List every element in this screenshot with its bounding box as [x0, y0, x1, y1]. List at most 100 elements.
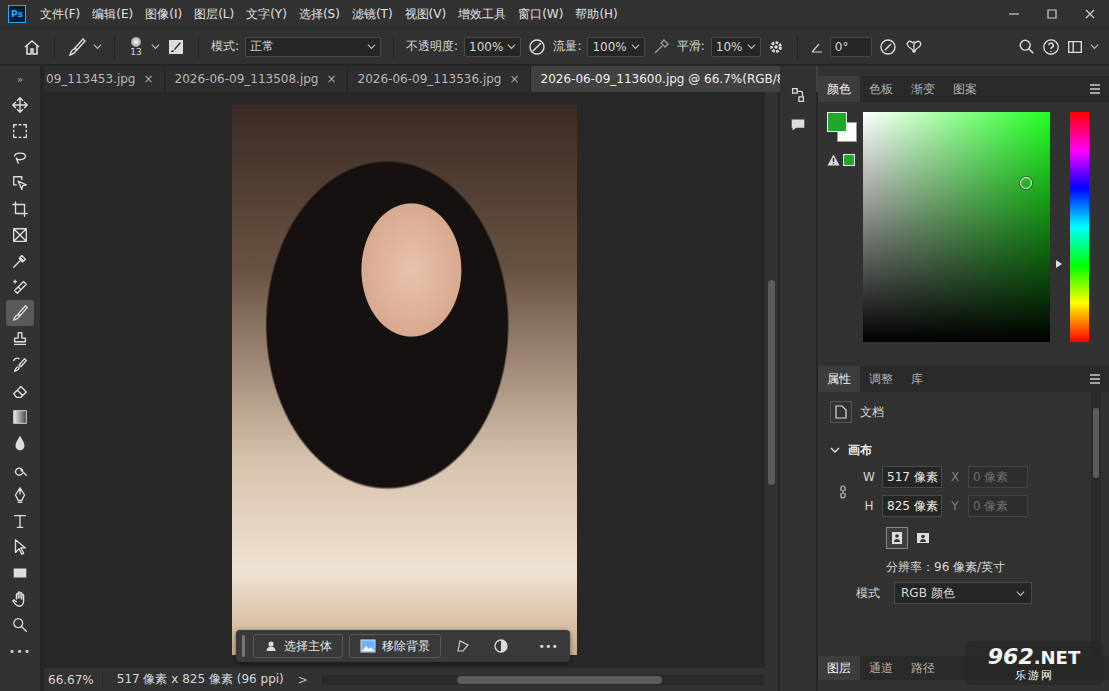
- opacity-field[interactable]: 100%: [464, 37, 521, 57]
- panel-tab[interactable]: 图层: [818, 656, 860, 680]
- zoom-level[interactable]: 66.67%: [48, 673, 103, 687]
- panel-tab[interactable]: 调整: [860, 366, 902, 392]
- tool-button[interactable]: [6, 508, 34, 534]
- drag-handle[interactable]: [242, 635, 245, 657]
- dropdown-arrow-icon[interactable]: [151, 42, 160, 51]
- canvas-section-header[interactable]: 画布: [830, 440, 1083, 460]
- vertical-scrollbar[interactable]: [765, 92, 778, 668]
- color-mode-dropdown[interactable]: RGB 颜色: [894, 582, 1032, 604]
- tool-button[interactable]: [6, 274, 34, 300]
- canvas[interactable]: 选择主体 移除背景 •••: [44, 92, 765, 668]
- tool-button[interactable]: [6, 534, 34, 560]
- menu-item[interactable]: 文件(F): [36, 3, 84, 26]
- pressure-opacity-icon[interactable]: [527, 37, 547, 57]
- panel-tab[interactable]: 色板: [860, 76, 902, 102]
- home-icon[interactable]: [22, 37, 42, 57]
- tab-close-button[interactable]: ×: [509, 72, 519, 86]
- smoothing-field[interactable]: 10%: [711, 37, 761, 57]
- tool-button[interactable]: [6, 248, 34, 274]
- gear-icon[interactable]: [767, 38, 785, 56]
- hue-slider-arrow[interactable]: [1056, 260, 1062, 268]
- toolbar-collapse[interactable]: »: [17, 66, 23, 92]
- tool-button[interactable]: [6, 612, 34, 638]
- panel-tab[interactable]: 库: [902, 366, 932, 392]
- dimension-field[interactable]: 825 像素: [882, 495, 942, 517]
- tool-button[interactable]: [6, 430, 34, 456]
- symmetry-icon[interactable]: [904, 37, 924, 57]
- more-button[interactable]: •••: [539, 640, 558, 653]
- scroll-thumb[interactable]: [457, 676, 662, 684]
- comment-icon[interactable]: [789, 116, 807, 134]
- tool-button[interactable]: [6, 222, 34, 248]
- tool-button[interactable]: [6, 118, 34, 144]
- tool-button[interactable]: [6, 560, 34, 586]
- document-tab[interactable]: 2026-06-09_113508.jpg ×: [165, 66, 348, 92]
- minimize-button[interactable]: [995, 0, 1033, 28]
- status-menu-arrow[interactable]: >: [298, 673, 308, 687]
- tool-button[interactable]: [6, 404, 34, 430]
- document-tab[interactable]: 09_113453.jpg ×: [44, 66, 165, 92]
- menu-item[interactable]: 窗口(W): [514, 3, 567, 26]
- color-field[interactable]: [863, 112, 1050, 342]
- scroll-thumb[interactable]: [768, 280, 775, 485]
- mode-dropdown[interactable]: 正常: [245, 37, 381, 57]
- orientation-button[interactable]: [912, 527, 934, 549]
- brush-preset[interactable]: 13: [127, 37, 145, 57]
- menu-item[interactable]: 视图(V): [401, 3, 451, 26]
- panel-tab[interactable]: 渐变: [902, 76, 944, 102]
- history-icon[interactable]: [789, 86, 807, 104]
- pressure-size-icon[interactable]: [878, 37, 898, 57]
- document-tab[interactable]: 2026-06-09_113536.jpg ×: [348, 66, 531, 92]
- tool-button[interactable]: [6, 170, 34, 196]
- hue-slider[interactable]: [1070, 112, 1089, 342]
- orientation-button[interactable]: [886, 527, 908, 549]
- foreground-color[interactable]: [827, 112, 847, 132]
- tab-close-button[interactable]: ×: [326, 72, 336, 86]
- search-icon[interactable]: [1018, 38, 1036, 56]
- tool-button[interactable]: [6, 456, 34, 482]
- tool-button[interactable]: [6, 144, 34, 170]
- properties-scrollbar[interactable]: [1091, 392, 1101, 656]
- panel-tab[interactable]: 通道: [860, 656, 902, 680]
- workspace-icon[interactable]: [1066, 38, 1084, 56]
- menu-item[interactable]: 图像(I): [141, 3, 186, 26]
- tab-close-button[interactable]: ×: [143, 72, 153, 86]
- tool-button[interactable]: [6, 196, 34, 222]
- panel-menu-icon[interactable]: [1089, 84, 1101, 94]
- panel-tab[interactable]: 颜色: [818, 76, 860, 102]
- horizontal-scrollbar[interactable]: [322, 675, 764, 685]
- menu-item[interactable]: 文字(Y): [242, 3, 291, 26]
- menu-item[interactable]: 帮助(H): [571, 3, 621, 26]
- tool-button[interactable]: [6, 378, 34, 404]
- tool-button[interactable]: [6, 326, 34, 352]
- tool-button[interactable]: [6, 92, 34, 118]
- more-tools-button[interactable]: •••: [6, 638, 34, 664]
- menu-item[interactable]: 选择(S): [295, 3, 344, 26]
- menu-item[interactable]: 编辑(E): [88, 3, 137, 26]
- dropdown-arrow-icon[interactable]: [1090, 42, 1099, 51]
- brush-tool-icon[interactable]: [67, 37, 87, 57]
- panel-tab[interactable]: 属性: [818, 366, 860, 392]
- color-picker-marker[interactable]: [1020, 177, 1032, 189]
- dimension-field[interactable]: 517 像素: [882, 466, 942, 488]
- menu-item[interactable]: 图层(L): [190, 3, 238, 26]
- angle-field[interactable]: 0°: [830, 37, 872, 57]
- close-button[interactable]: [1071, 0, 1109, 28]
- brush-settings-icon[interactable]: [166, 37, 186, 57]
- restore-button[interactable]: [1033, 0, 1071, 28]
- menu-item[interactable]: 增效工具: [454, 3, 510, 26]
- tool-button[interactable]: [6, 352, 34, 378]
- link-icon[interactable]: [838, 484, 848, 500]
- panel-tab[interactable]: 路径: [902, 656, 944, 680]
- airbrush-icon[interactable]: [651, 37, 671, 57]
- ps-logo[interactable]: Ps: [8, 5, 26, 23]
- tool-button[interactable]: [6, 482, 34, 508]
- context-button[interactable]: 移除背景: [349, 634, 441, 658]
- dropdown-arrow-icon[interactable]: [93, 42, 102, 51]
- flow-field[interactable]: 100%: [587, 37, 644, 57]
- menu-item[interactable]: 滤镜(T): [348, 3, 397, 26]
- gamut-warning[interactable]: [827, 154, 857, 166]
- photo[interactable]: [232, 105, 577, 655]
- context-button[interactable]: 选择主体: [253, 634, 343, 658]
- panel-tab[interactable]: 图案: [944, 76, 986, 102]
